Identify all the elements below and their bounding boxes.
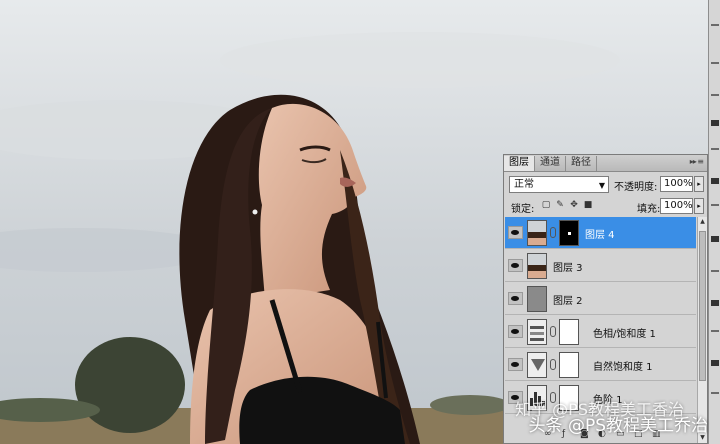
- fill-stepper-icon[interactable]: ▸: [694, 198, 704, 214]
- photo-thumb-icon: [527, 220, 547, 246]
- tab-layers[interactable]: 图层: [504, 156, 535, 171]
- watermark-toutiao: 头条 @PS教程美工乔治: [528, 416, 708, 436]
- chevron-down-icon: ▼: [598, 181, 605, 190]
- lock-all-icon[interactable]: ■: [583, 200, 593, 211]
- layer-row-4[interactable]: 图层 4: [505, 217, 696, 249]
- panel-tabs: 图层 通道 路径 ▸▸ ≡: [504, 155, 707, 172]
- lock-transparency-icon[interactable]: ▢: [541, 200, 551, 211]
- link-icon[interactable]: [550, 227, 556, 238]
- visibility-eye-icon[interactable]: [508, 226, 523, 239]
- gray-fill-thumb-icon: [527, 286, 547, 312]
- layer-name: 图层 3: [553, 263, 583, 274]
- fill-input[interactable]: 100%: [660, 198, 693, 214]
- photo-thumb-icon: [527, 253, 547, 279]
- blend-mode-select[interactable]: 正常 ▼: [509, 176, 609, 193]
- blend-mode-value: 正常: [514, 179, 534, 190]
- link-icon[interactable]: [550, 326, 556, 337]
- layer-name: 图层 2: [553, 296, 583, 307]
- layer-row-2[interactable]: 图层 2: [505, 283, 696, 315]
- layer-mask-thumb[interactable]: [559, 352, 579, 378]
- visibility-eye-icon[interactable]: [508, 358, 523, 371]
- tab-channels[interactable]: 通道: [535, 156, 566, 171]
- visibility-eye-icon[interactable]: [508, 259, 523, 272]
- vibrance-adjustment-icon: [527, 352, 547, 378]
- panel-menu-icon[interactable]: ▸▸ ≡: [690, 157, 704, 166]
- visibility-eye-icon[interactable]: [508, 325, 523, 338]
- layer-name: 自然饱和度 1: [593, 362, 653, 373]
- visibility-eye-icon[interactable]: [508, 292, 523, 305]
- fill-label: 填充:: [637, 204, 661, 215]
- opacity-stepper-icon[interactable]: ▸: [694, 176, 704, 192]
- lock-move-icon[interactable]: ✥: [569, 200, 579, 211]
- layer-mask-thumb[interactable]: [559, 220, 579, 246]
- lock-label: 锁定:: [511, 204, 535, 215]
- layer-row-vibrance[interactable]: 自然饱和度 1: [505, 349, 696, 381]
- layer-row-hue-saturation[interactable]: 色相/饱和度 1: [505, 316, 696, 348]
- tool-strip[interactable]: [708, 0, 720, 444]
- lock-brush-icon[interactable]: ✎: [555, 200, 565, 211]
- layer-name: 色相/饱和度 1: [593, 329, 656, 340]
- opacity-label: 不透明度:: [614, 182, 658, 193]
- scroll-thumb[interactable]: [699, 231, 706, 381]
- layer-name: 图层 4: [585, 230, 615, 241]
- hue-saturation-adjustment-icon: [527, 319, 547, 345]
- link-icon[interactable]: [550, 359, 556, 370]
- opacity-input[interactable]: 100%: [660, 176, 693, 192]
- tab-paths[interactable]: 路径: [566, 156, 597, 171]
- layer-mask-thumb[interactable]: [559, 319, 579, 345]
- layers-scrollbar[interactable]: ▲ ▼: [697, 217, 707, 443]
- scroll-up-icon[interactable]: ▲: [698, 217, 707, 227]
- layer-row-3[interactable]: 图层 3: [505, 250, 696, 282]
